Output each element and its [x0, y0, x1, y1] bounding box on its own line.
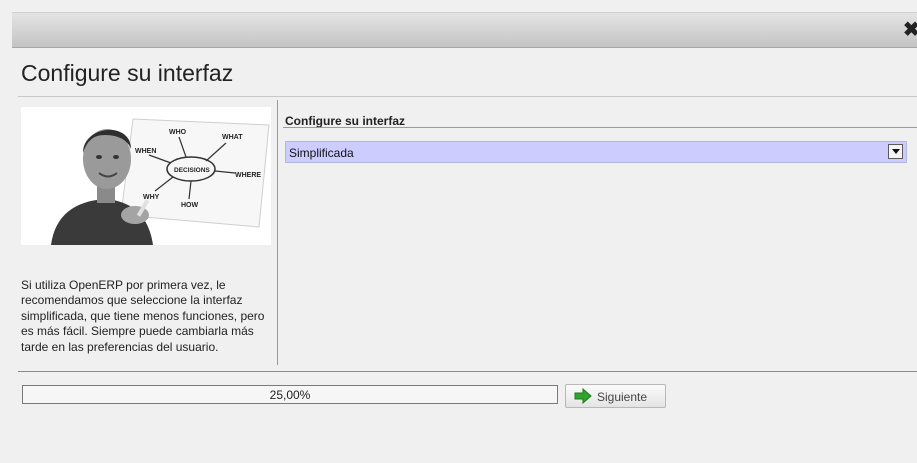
configure-dialog: ✖ Configure su interfaz WHO WHAT WHEN WH…: [0, 0, 917, 463]
vertical-divider: [277, 100, 278, 365]
section-label: Configure su interfaz: [285, 114, 406, 128]
progress-text: 25,00%: [269, 388, 311, 402]
progress-bar: 25,00%: [22, 385, 558, 404]
section-divider: [283, 127, 917, 128]
interface-select[interactable]: Simplificada: [285, 141, 907, 163]
dropdown-arrow-icon[interactable]: [888, 144, 903, 159]
next-button-label: Siguiente: [597, 390, 648, 404]
close-icon[interactable]: ✖: [903, 20, 917, 40]
illustration-word-why: WHY: [143, 194, 160, 201]
page-title: Configure su interfaz: [21, 60, 234, 86]
illustration-word-who: WHO: [169, 129, 187, 136]
help-text: Si utiliza OpenERP por primera vez, le r…: [21, 278, 265, 354]
next-button[interactable]: Siguiente: [565, 384, 666, 408]
header-divider: [18, 96, 917, 97]
illustration-word-what: WHAT: [222, 134, 243, 141]
footer-divider: [18, 371, 917, 372]
illustration-word-decisions: DECISIONS: [174, 167, 210, 174]
info-panel: WHO WHAT WHEN WHERE WHY HOW DECISIONS Si…: [18, 100, 276, 365]
illustration-word-where: WHERE: [235, 172, 261, 179]
dialog-titlebar: ✖: [12, 12, 917, 48]
illustration-word-when: WHEN: [135, 148, 156, 155]
decision-illustration: WHO WHAT WHEN WHERE WHY HOW DECISIONS: [21, 107, 271, 245]
interface-select-value: Simplificada: [289, 146, 354, 160]
green-arrow-icon: [574, 387, 592, 409]
illustration-word-how: HOW: [181, 202, 199, 209]
